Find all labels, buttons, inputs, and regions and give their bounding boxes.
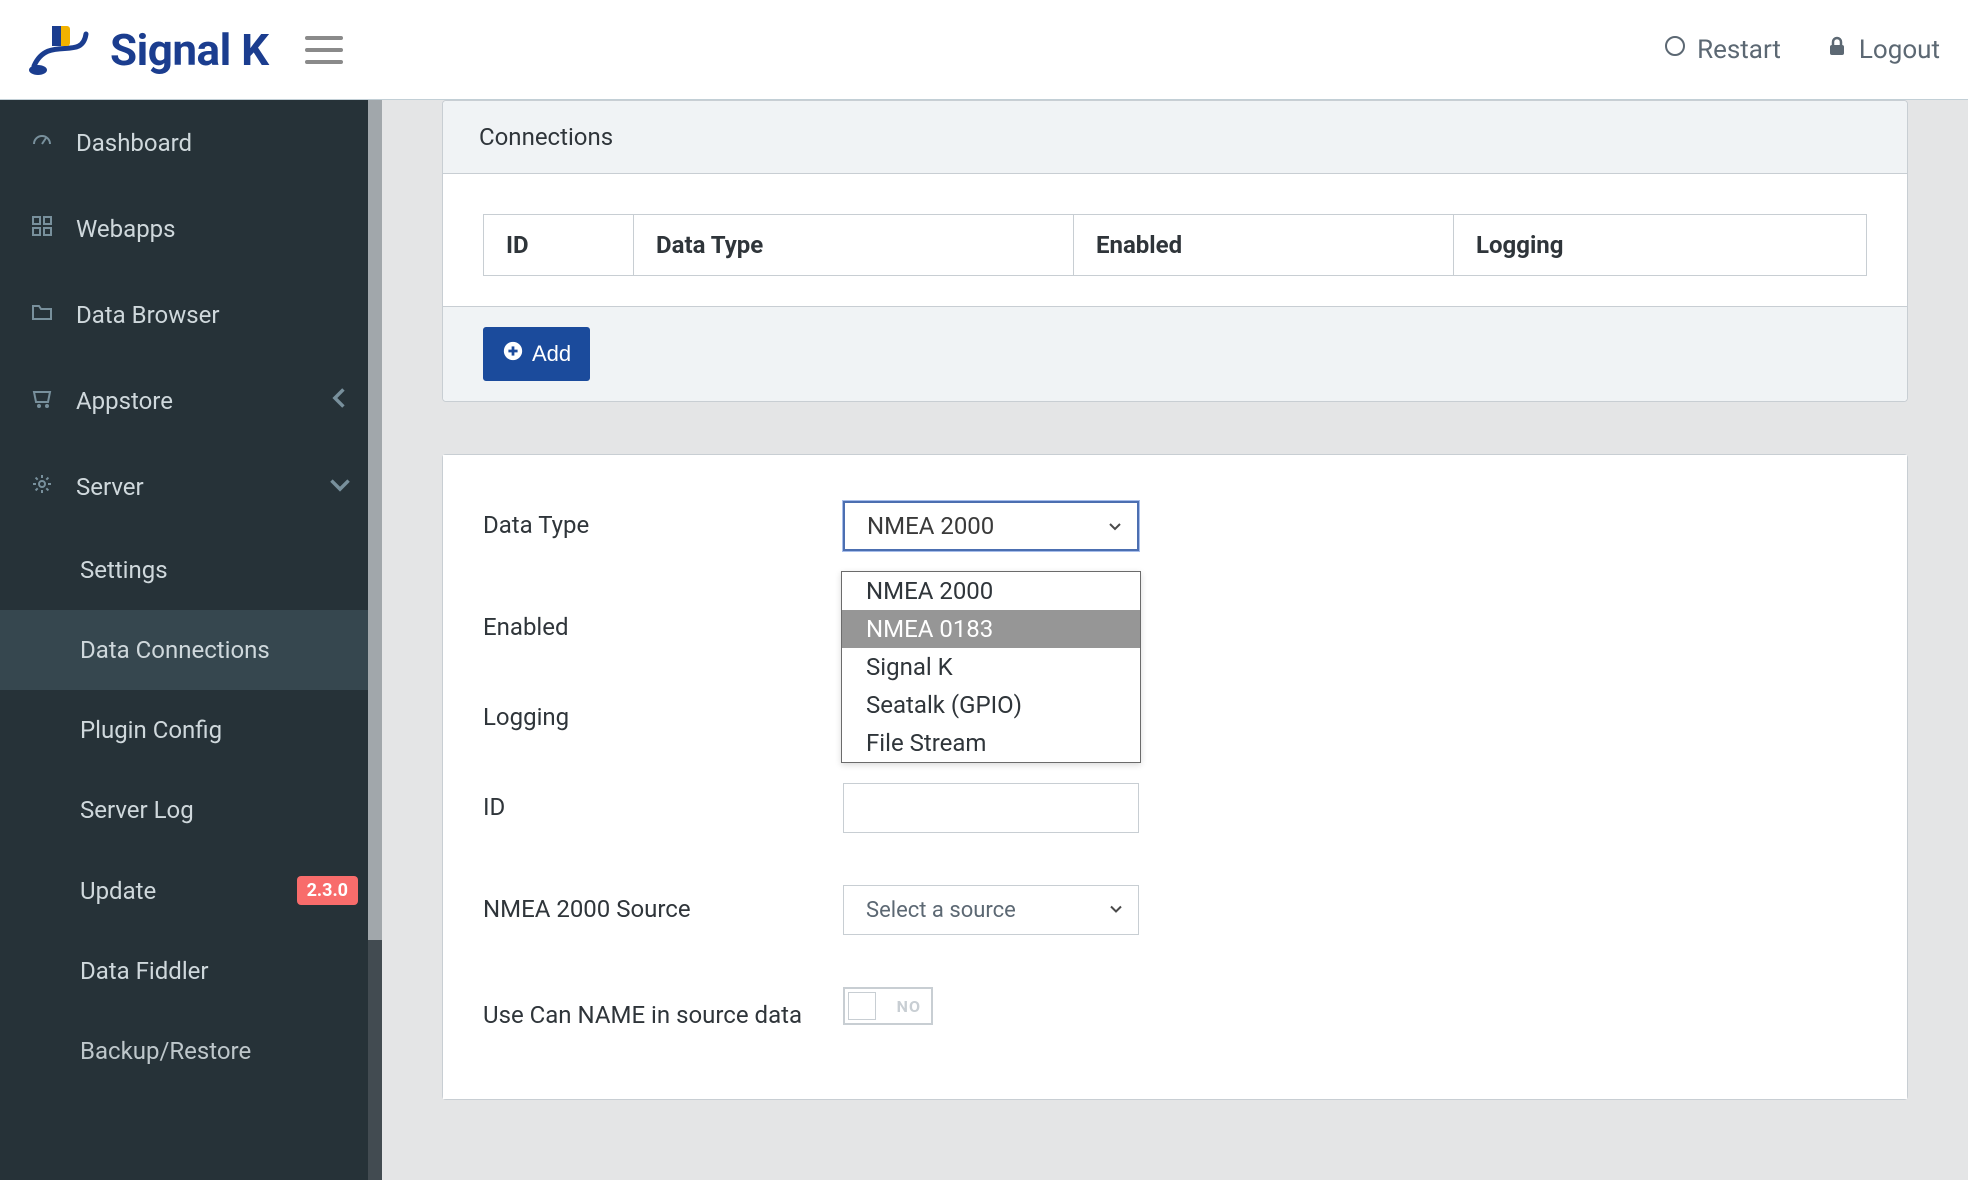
- nav-label: Plugin Config: [80, 716, 222, 744]
- brand-text: Signal K: [110, 24, 269, 76]
- sidebar: Dashboard Webapps Data Browser Appstore …: [0, 100, 382, 1180]
- connections-card-title: Connections: [443, 101, 1907, 174]
- sidebar-item-dashboard[interactable]: Dashboard: [0, 100, 382, 186]
- row-id: ID: [483, 783, 1867, 833]
- app-header: Signal K Restart Logout: [0, 0, 1968, 100]
- row-source: NMEA 2000 Source Select a source: [483, 885, 1867, 935]
- data-type-option[interactable]: Seatalk (GPIO): [842, 686, 1140, 724]
- update-badge: 2.3.0: [297, 876, 358, 905]
- label-use-can: Use Can NAME in source data: [483, 987, 843, 1033]
- data-type-dropdown: NMEA 2000NMEA 0183Signal KSeatalk (GPIO)…: [841, 571, 1141, 763]
- nav-label: Data Connections: [80, 636, 270, 664]
- logout-button[interactable]: Logout: [1825, 34, 1940, 65]
- sidebar-item-settings[interactable]: Settings: [0, 530, 382, 610]
- gear-icon: [30, 472, 54, 502]
- sidebar-toggle[interactable]: [297, 25, 351, 75]
- nav-label: Server Log: [80, 796, 194, 824]
- nav-label: Webapps: [76, 215, 176, 243]
- col-logging: Logging: [1454, 215, 1867, 276]
- sidebar-item-appstore[interactable]: Appstore: [0, 358, 382, 444]
- sidebar-item-update[interactable]: Update 2.3.0: [0, 850, 382, 931]
- sidebar-item-backup-restore[interactable]: Backup/Restore: [0, 1011, 382, 1065]
- row-data-type: Data Type NMEA 2000 NMEA 2000NMEA 0183Si…: [483, 501, 1867, 551]
- label-source: NMEA 2000 Source: [483, 885, 843, 923]
- speedometer-icon: [30, 128, 54, 158]
- nav-label: Backup/Restore: [80, 1037, 251, 1065]
- restart-label: Restart: [1697, 35, 1781, 65]
- nav-label: Data Fiddler: [80, 957, 209, 985]
- data-type-option[interactable]: Signal K: [842, 648, 1140, 686]
- nav-label: Server: [76, 473, 144, 501]
- chevron-down-icon: [328, 472, 352, 502]
- sidebar-item-server[interactable]: Server: [0, 444, 382, 530]
- toggle-label: NO: [897, 997, 921, 1016]
- col-data-type: Data Type: [634, 215, 1074, 276]
- col-enabled: Enabled: [1074, 215, 1454, 276]
- connections-card: Connections ID Data Type Enabled Logging: [442, 100, 1908, 402]
- scrollbar-thumb[interactable]: [368, 100, 382, 940]
- nav-label: Appstore: [76, 387, 173, 415]
- data-type-select-wrap: NMEA 2000 NMEA 2000NMEA 0183Signal KSeat…: [843, 501, 1143, 551]
- data-type-option[interactable]: NMEA 0183: [842, 610, 1140, 648]
- row-logging: Logging: [483, 693, 1867, 731]
- grid-icon: [30, 214, 54, 244]
- add-button[interactable]: Add: [483, 327, 590, 381]
- restart-icon: [1663, 34, 1687, 65]
- add-button-label: Add: [532, 341, 571, 367]
- nav-label: Data Browser: [76, 301, 219, 329]
- plus-circle-icon: [502, 340, 524, 368]
- chevron-down-icon: [1108, 898, 1124, 923]
- sidebar-item-data-fiddler[interactable]: Data Fiddler: [0, 931, 382, 1011]
- sidebar-item-webapps[interactable]: Webapps: [0, 186, 382, 272]
- data-type-option[interactable]: File Stream: [842, 724, 1140, 762]
- source-selected: Select a source: [866, 898, 1016, 923]
- sidebar-item-plugin-config[interactable]: Plugin Config: [0, 690, 382, 770]
- sidebar-item-data-connections[interactable]: Data Connections: [0, 610, 382, 690]
- brand: Signal K: [28, 20, 269, 80]
- id-field[interactable]: [843, 783, 1139, 833]
- connections-table: ID Data Type Enabled Logging: [483, 214, 1867, 276]
- label-logging: Logging: [483, 693, 843, 731]
- data-type-selected: NMEA 2000: [867, 512, 994, 540]
- main-content: Connections ID Data Type Enabled Logging: [382, 100, 1968, 1180]
- sidebar-item-server-log[interactable]: Server Log: [0, 770, 382, 850]
- chevron-down-icon: [1107, 512, 1123, 540]
- lock-icon: [1825, 34, 1849, 65]
- chevron-left-icon: [328, 386, 352, 416]
- label-id: ID: [483, 783, 843, 821]
- connection-form-card: Data Type NMEA 2000 NMEA 2000NMEA 0183Si…: [442, 454, 1908, 1100]
- nav-label: Dashboard: [76, 129, 192, 157]
- data-type-option[interactable]: NMEA 2000: [842, 572, 1140, 610]
- sidebar-scrollbar[interactable]: [368, 100, 382, 1180]
- sidebar-item-data-browser[interactable]: Data Browser: [0, 272, 382, 358]
- data-type-select[interactable]: NMEA 2000: [843, 501, 1139, 551]
- folder-icon: [30, 300, 54, 330]
- label-enabled: Enabled: [483, 603, 843, 641]
- logout-label: Logout: [1859, 35, 1940, 65]
- restart-button[interactable]: Restart: [1663, 34, 1781, 65]
- use-can-toggle[interactable]: NO: [843, 987, 933, 1025]
- toggle-knob: [848, 992, 876, 1020]
- hamburger-icon: [305, 33, 343, 67]
- cart-icon: [30, 386, 54, 416]
- nav-label: Settings: [80, 556, 168, 584]
- nav-label: Update: [80, 877, 156, 905]
- source-select[interactable]: Select a source: [843, 885, 1139, 935]
- col-id: ID: [484, 215, 634, 276]
- row-use-can: Use Can NAME in source data NO: [483, 987, 1867, 1033]
- row-enabled: Enabled: [483, 603, 1867, 641]
- brand-logo-icon: [28, 20, 92, 80]
- label-data-type: Data Type: [483, 501, 843, 539]
